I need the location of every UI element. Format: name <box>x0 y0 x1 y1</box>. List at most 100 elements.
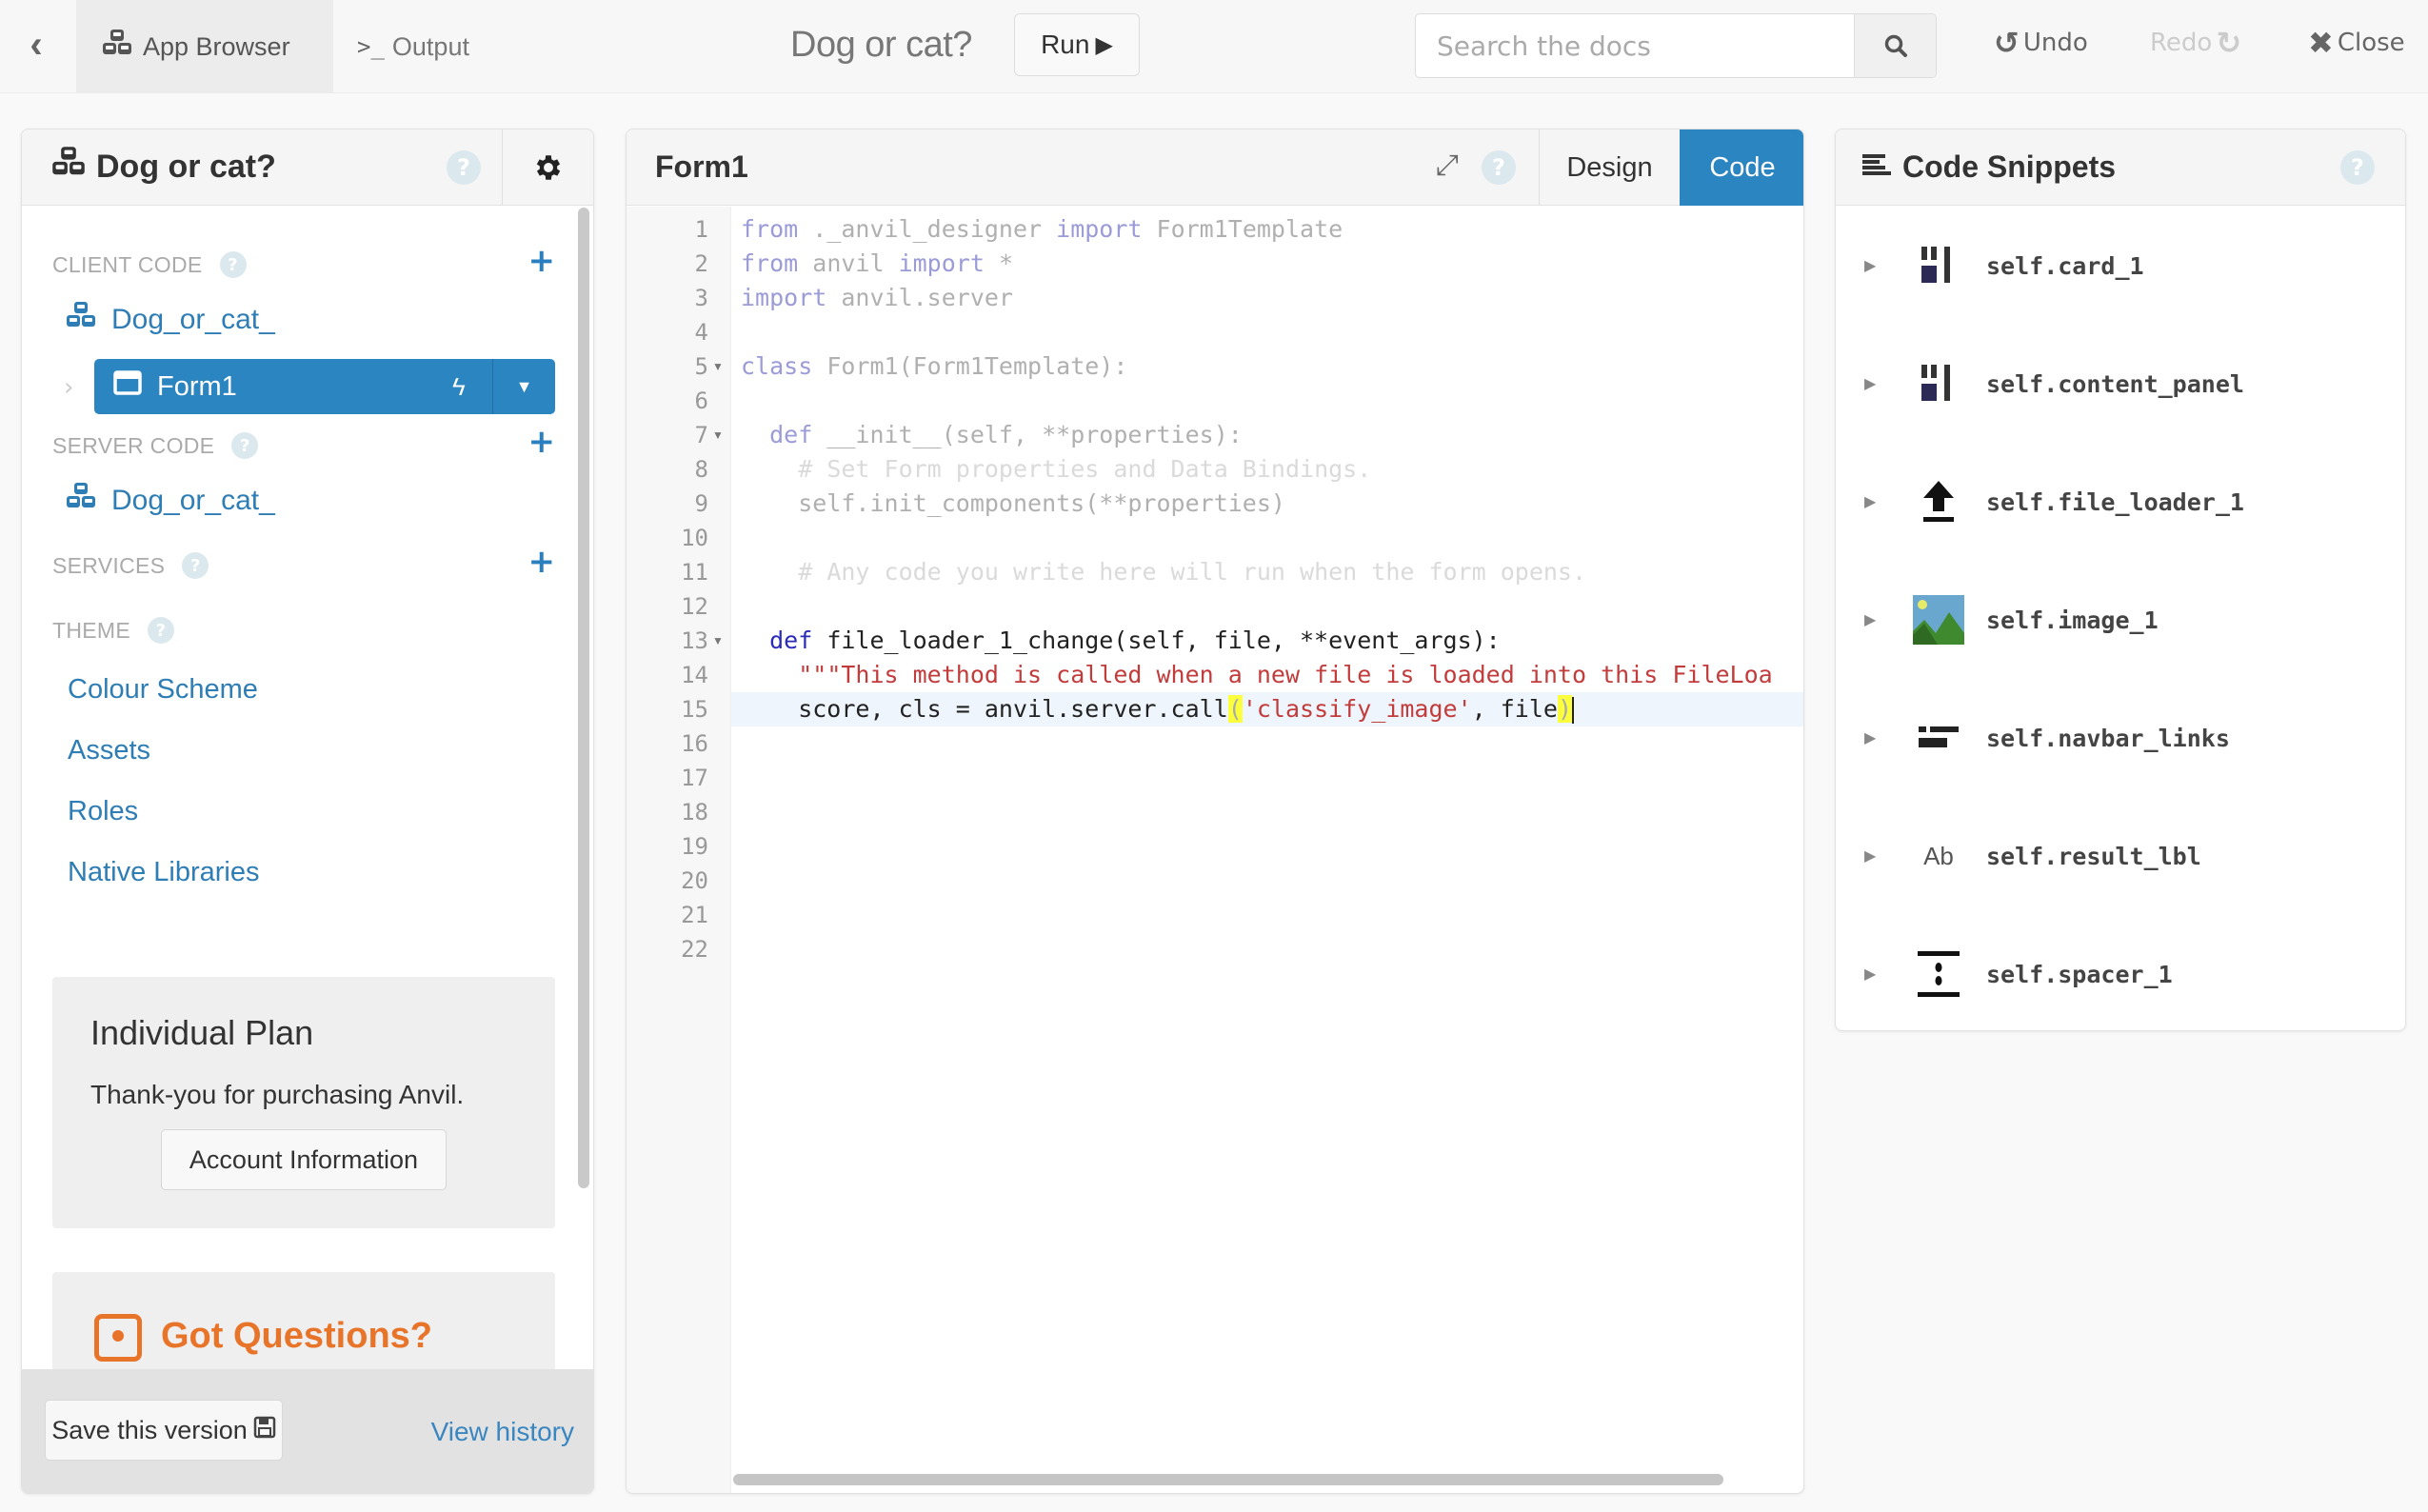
help-icon[interactable]: ? <box>2340 150 2375 185</box>
code-line[interactable] <box>731 589 1803 624</box>
help-icon[interactable]: ? <box>148 617 174 644</box>
save-version-button[interactable]: Save this version <box>45 1400 283 1461</box>
snippet-item[interactable]: ▶ self.content_panel <box>1836 350 2405 417</box>
code-line[interactable]: def __init__(self, **properties): <box>731 418 1803 452</box>
search-input[interactable] <box>1416 14 1854 77</box>
search-button[interactable] <box>1854 14 1936 77</box>
code-token: score, cls = anvil.server.call <box>741 695 1228 723</box>
form-options-dropdown[interactable]: ▼ <box>492 359 555 414</box>
navbar-icon <box>1912 711 1965 765</box>
caret-right-icon[interactable]: ▶ <box>1864 374 1876 393</box>
snippets-title: Code Snippets <box>1862 149 2116 185</box>
code-line[interactable] <box>731 315 1803 349</box>
help-icon[interactable]: ? <box>219 251 247 278</box>
code-line[interactable] <box>731 829 1803 864</box>
theme-link-native-libraries[interactable]: Native Libraries <box>68 857 259 888</box>
code-line[interactable]: self.init_components(**properties) <box>731 487 1803 521</box>
tab-output[interactable]: >_ Output <box>357 0 469 93</box>
caret-right-icon[interactable]: ▶ <box>1864 846 1876 865</box>
code-line[interactable] <box>731 384 1803 418</box>
help-icon[interactable]: ? <box>447 150 481 185</box>
spacer-icon <box>1912 947 1965 1001</box>
theme-link-assets[interactable]: Assets <box>68 735 150 766</box>
run-button[interactable]: Run ▶ <box>1014 13 1140 76</box>
horizontal-scrollbar[interactable] <box>733 1474 1723 1485</box>
caret-right-icon[interactable]: ▶ <box>1864 610 1876 629</box>
add-client-code-button[interactable]: + <box>528 242 556 280</box>
tab-code[interactable]: Code <box>1680 129 1803 206</box>
code-line[interactable]: # Any code you write here will run when … <box>731 555 1803 589</box>
sidebar-scrollbar[interactable] <box>578 208 589 1188</box>
code-line[interactable] <box>731 864 1803 898</box>
code-line[interactable]: from ._anvil_designer import Form1Templa… <box>731 212 1803 247</box>
theme-link-colour-scheme[interactable]: Colour Scheme <box>68 674 258 706</box>
fold-toggle-icon[interactable]: ▼ <box>712 418 724 452</box>
code-line[interactable]: """This method is called when a new file… <box>731 658 1803 692</box>
form1-label: Form1 <box>157 370 237 402</box>
form1-item[interactable]: Form1 ϟ ▼ <box>94 359 555 414</box>
snippet-item[interactable]: ▶ Ab self.result_lbl <box>1836 823 2405 889</box>
view-history-link[interactable]: View history <box>431 1417 574 1447</box>
code-line[interactable]: # Set Form properties and Data Bindings. <box>731 452 1803 487</box>
help-icon[interactable]: ? <box>182 552 209 579</box>
theme-link-roles[interactable]: Roles <box>68 796 138 827</box>
services-text: SERVICES <box>52 552 166 578</box>
snippet-item[interactable]: ▶ self.spacer_1 <box>1836 941 2405 1007</box>
add-server-code-button[interactable]: + <box>528 423 556 461</box>
line-number: 17 <box>681 765 708 791</box>
code-line[interactable] <box>731 932 1803 966</box>
account-information-button[interactable]: Account Information <box>161 1129 447 1190</box>
snippet-label: self.result_lbl <box>1986 842 2201 870</box>
expand-icon[interactable]: ⤢ <box>1436 149 1459 182</box>
settings-button[interactable] <box>502 129 593 206</box>
code-line[interactable]: class Form1(Form1Template): <box>731 349 1803 384</box>
code-line[interactable]: import anvil.server <box>731 281 1803 315</box>
services-label: SERVICES ? <box>52 552 209 579</box>
fold-toggle-icon[interactable]: ▼ <box>712 349 724 384</box>
redo-button[interactable]: Redo ↻ <box>2150 25 2245 61</box>
snippet-item[interactable]: ▶ self.card_1 <box>1836 232 2405 299</box>
line-number: 16 <box>681 730 708 757</box>
undo-button[interactable]: ↺ Undo <box>1990 25 2088 61</box>
back-button[interactable]: ‹ <box>17 21 55 69</box>
code-line[interactable]: score, cls = anvil.server.call('classify… <box>731 692 1803 726</box>
fold-toggle-icon[interactable]: ▼ <box>712 624 724 658</box>
tab-design[interactable]: Design <box>1539 129 1680 206</box>
caret-right-icon[interactable]: ▶ <box>1864 256 1876 275</box>
code-line[interactable] <box>731 761 1803 795</box>
close-button[interactable]: ✖ Close <box>2304 25 2405 61</box>
code-line[interactable] <box>731 898 1803 932</box>
code-line-text: from anvil import * <box>741 247 1013 281</box>
caret-right-icon[interactable]: ▶ <box>1864 965 1876 984</box>
tab-app-browser[interactable]: App Browser <box>76 0 333 93</box>
label-icon: Ab <box>1923 841 1954 870</box>
help-icon[interactable]: ? <box>1482 150 1516 185</box>
code-line[interactable]: from anvil import * <box>731 247 1803 281</box>
help-icon[interactable]: ? <box>231 432 259 459</box>
add-service-button[interactable]: + <box>528 543 556 581</box>
snippet-item[interactable]: ▶ self.image_1 <box>1836 587 2405 653</box>
code-token: # Set Form properties and Data Bindings. <box>798 455 1372 483</box>
server-module-item[interactable]: Dog_or_cat_ <box>64 482 275 520</box>
snippets-header: Code Snippets ? <box>1836 129 2405 206</box>
code-text-area[interactable]: from ._anvil_designer import Form1Templa… <box>731 207 1803 1493</box>
code-line[interactable] <box>731 795 1803 829</box>
line-number: 12 <box>681 593 708 620</box>
theme-text: THEME <box>52 617 130 643</box>
form-title: Form1 <box>655 149 748 184</box>
snippet-item[interactable]: ▶ self.navbar_links <box>1836 705 2405 771</box>
caret-right-icon[interactable]: ▶ <box>1864 728 1876 747</box>
lightning-icon[interactable]: ϟ <box>452 372 466 402</box>
code-line[interactable] <box>731 521 1803 555</box>
snippet-item[interactable]: ▶ self.file_loader_1 <box>1836 468 2405 535</box>
caret-right-icon[interactable]: ▶ <box>1864 492 1876 511</box>
cubes-icon <box>50 146 87 189</box>
code-line[interactable] <box>731 726 1803 761</box>
close-icon: ✖ <box>2308 25 2334 61</box>
questions-title[interactable]: Got Questions? <box>161 1316 432 1357</box>
code-token: """This method is called when a new file… <box>798 661 1773 688</box>
code-line[interactable]: def file_loader_1_change(self, file, **e… <box>731 624 1803 658</box>
code-token: def <box>769 627 813 654</box>
chevron-right-icon[interactable]: › <box>64 373 73 402</box>
client-module-item[interactable]: Dog_or_cat_ <box>64 301 275 339</box>
